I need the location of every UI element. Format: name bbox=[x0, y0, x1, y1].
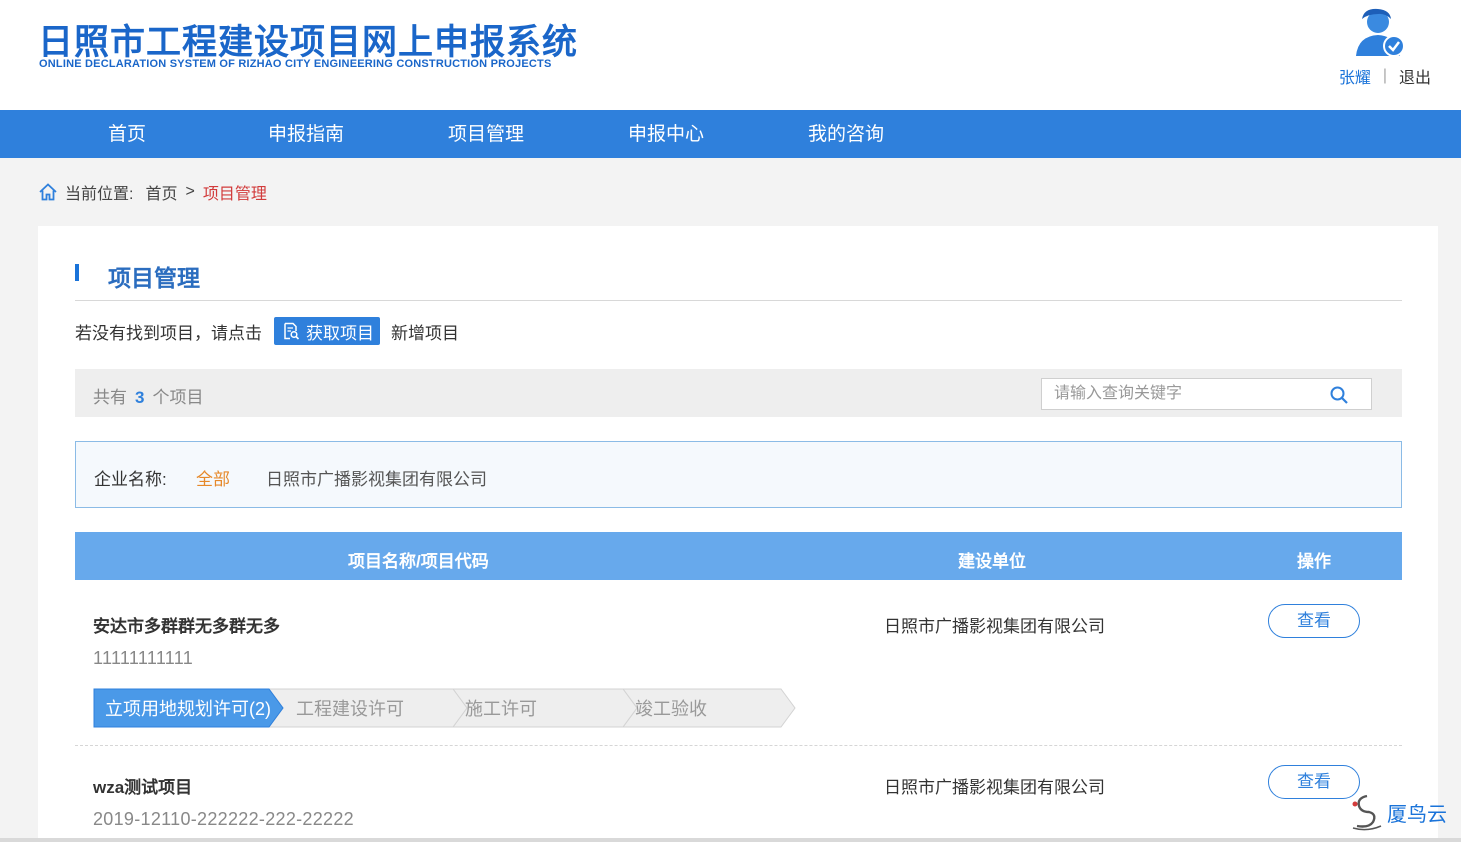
construction-unit: 日照市广播影视集团有限公司 bbox=[884, 617, 1105, 636]
nav-item-guide[interactable]: 申报指南 bbox=[268, 110, 344, 158]
site-header: 日照市工程建设项目网上申报系统 ONLINE DECLARATION SYSTE… bbox=[0, 0, 1461, 110]
main-panel: 项目管理 若没有找到项目，请点击 获取项目 新增项目 共有 3 个项目 请输入查… bbox=[38, 226, 1438, 842]
nav-item-projects[interactable]: 项目管理 bbox=[448, 110, 524, 158]
logout-link[interactable]: 退出 bbox=[1399, 64, 1431, 88]
filter-option-org[interactable]: 日照市广播影视集团有限公司 bbox=[266, 465, 487, 490]
main-nav: 首页 申报指南 项目管理 申报中心 我的咨询 bbox=[0, 110, 1461, 158]
company-filter: 企业名称: 全部 日照市广播影视集团有限公司 bbox=[75, 441, 1402, 508]
count-number: 3 bbox=[135, 388, 145, 407]
user-separator: | bbox=[1382, 67, 1387, 84]
table-header: 项目名称/项目代码 建设单位 操作 bbox=[75, 532, 1402, 580]
breadcrumb-current: 项目管理 bbox=[202, 186, 267, 203]
nav-item-my-consultations[interactable]: 我的咨询 bbox=[808, 110, 884, 158]
nav-item-declaration-center[interactable]: 申报中心 bbox=[628, 110, 704, 158]
get-project-label: 获取项目 bbox=[306, 323, 374, 343]
title-accent-bar bbox=[75, 264, 79, 281]
row-divider bbox=[75, 745, 1402, 746]
page-title: 项目管理 bbox=[108, 265, 200, 291]
step-label: 立项用地规划许可(2) bbox=[105, 699, 271, 719]
search-box bbox=[1041, 378, 1372, 410]
user-avatar-icon[interactable] bbox=[1352, 6, 1408, 60]
project-name[interactable]: wza测试项目 bbox=[93, 773, 192, 798]
breadcrumb-home-link[interactable]: 首页 bbox=[145, 180, 177, 204]
title-divider bbox=[75, 300, 1402, 301]
filter-label: 企业名称: bbox=[94, 470, 167, 489]
step-label: 工程建设许可 bbox=[296, 699, 404, 719]
column-header-org: 建设单位 bbox=[958, 552, 1026, 571]
filter-option-all[interactable]: 全部 bbox=[196, 465, 230, 490]
project-code: 2019-12110-222222-222-22222 bbox=[93, 809, 354, 829]
site-subtitle: ONLINE DECLARATION SYSTEM OF RIZHAO CITY… bbox=[39, 58, 552, 70]
project-count: 共有 3 个项目 bbox=[93, 383, 203, 408]
add-project-hint: 若没有找到项目，请点击 获取项目 新增项目 bbox=[75, 317, 459, 345]
user-area: 张耀 | 退出 bbox=[1339, 64, 1431, 88]
count-prefix: 共有 bbox=[93, 388, 127, 407]
get-project-button[interactable]: 获取项目 bbox=[274, 317, 380, 345]
watermark-logo-icon bbox=[1352, 794, 1382, 831]
breadcrumb-arrow: > bbox=[185, 183, 195, 200]
nav-item-home[interactable]: 首页 bbox=[108, 110, 146, 158]
construction-unit: 日照市广播影视集团有限公司 bbox=[884, 778, 1105, 797]
hint-text-before: 若没有找到项目，请点击 bbox=[75, 323, 262, 343]
document-search-icon bbox=[284, 322, 300, 340]
step-label: 施工许可 bbox=[465, 699, 537, 719]
search-icon[interactable] bbox=[1329, 385, 1349, 405]
bottom-edge bbox=[0, 838, 1461, 842]
count-suffix: 个项目 bbox=[152, 388, 204, 407]
breadcrumb-prefix: 当前位置: bbox=[65, 186, 134, 203]
column-header-action: 操作 bbox=[1297, 552, 1331, 571]
step-label: 竣工验收 bbox=[635, 699, 707, 719]
view-button[interactable]: 查看 bbox=[1268, 765, 1360, 799]
search-input[interactable] bbox=[1042, 379, 1322, 409]
watermark-text: 厦鸟云 bbox=[1387, 803, 1447, 826]
hint-text-after: 新增项目 bbox=[391, 323, 459, 343]
user-name-link[interactable]: 张耀 bbox=[1339, 64, 1371, 88]
watermark: 厦鸟云 bbox=[1349, 792, 1447, 832]
result-bar: 共有 3 个项目 bbox=[75, 369, 1402, 417]
approval-steps: 立项用地规划许可(2) 工程建设许可 施工许可 竣工验收 bbox=[93, 688, 796, 728]
project-name[interactable]: 安达市多群群无多群无多 bbox=[93, 612, 280, 637]
breadcrumb: 当前位置: 首页 > 项目管理 bbox=[38, 180, 267, 204]
home-icon bbox=[39, 183, 57, 201]
view-button[interactable]: 查看 bbox=[1268, 604, 1360, 638]
column-header-project: 项目名称/项目代码 bbox=[348, 552, 489, 571]
project-code: 11111111111 bbox=[93, 648, 194, 668]
